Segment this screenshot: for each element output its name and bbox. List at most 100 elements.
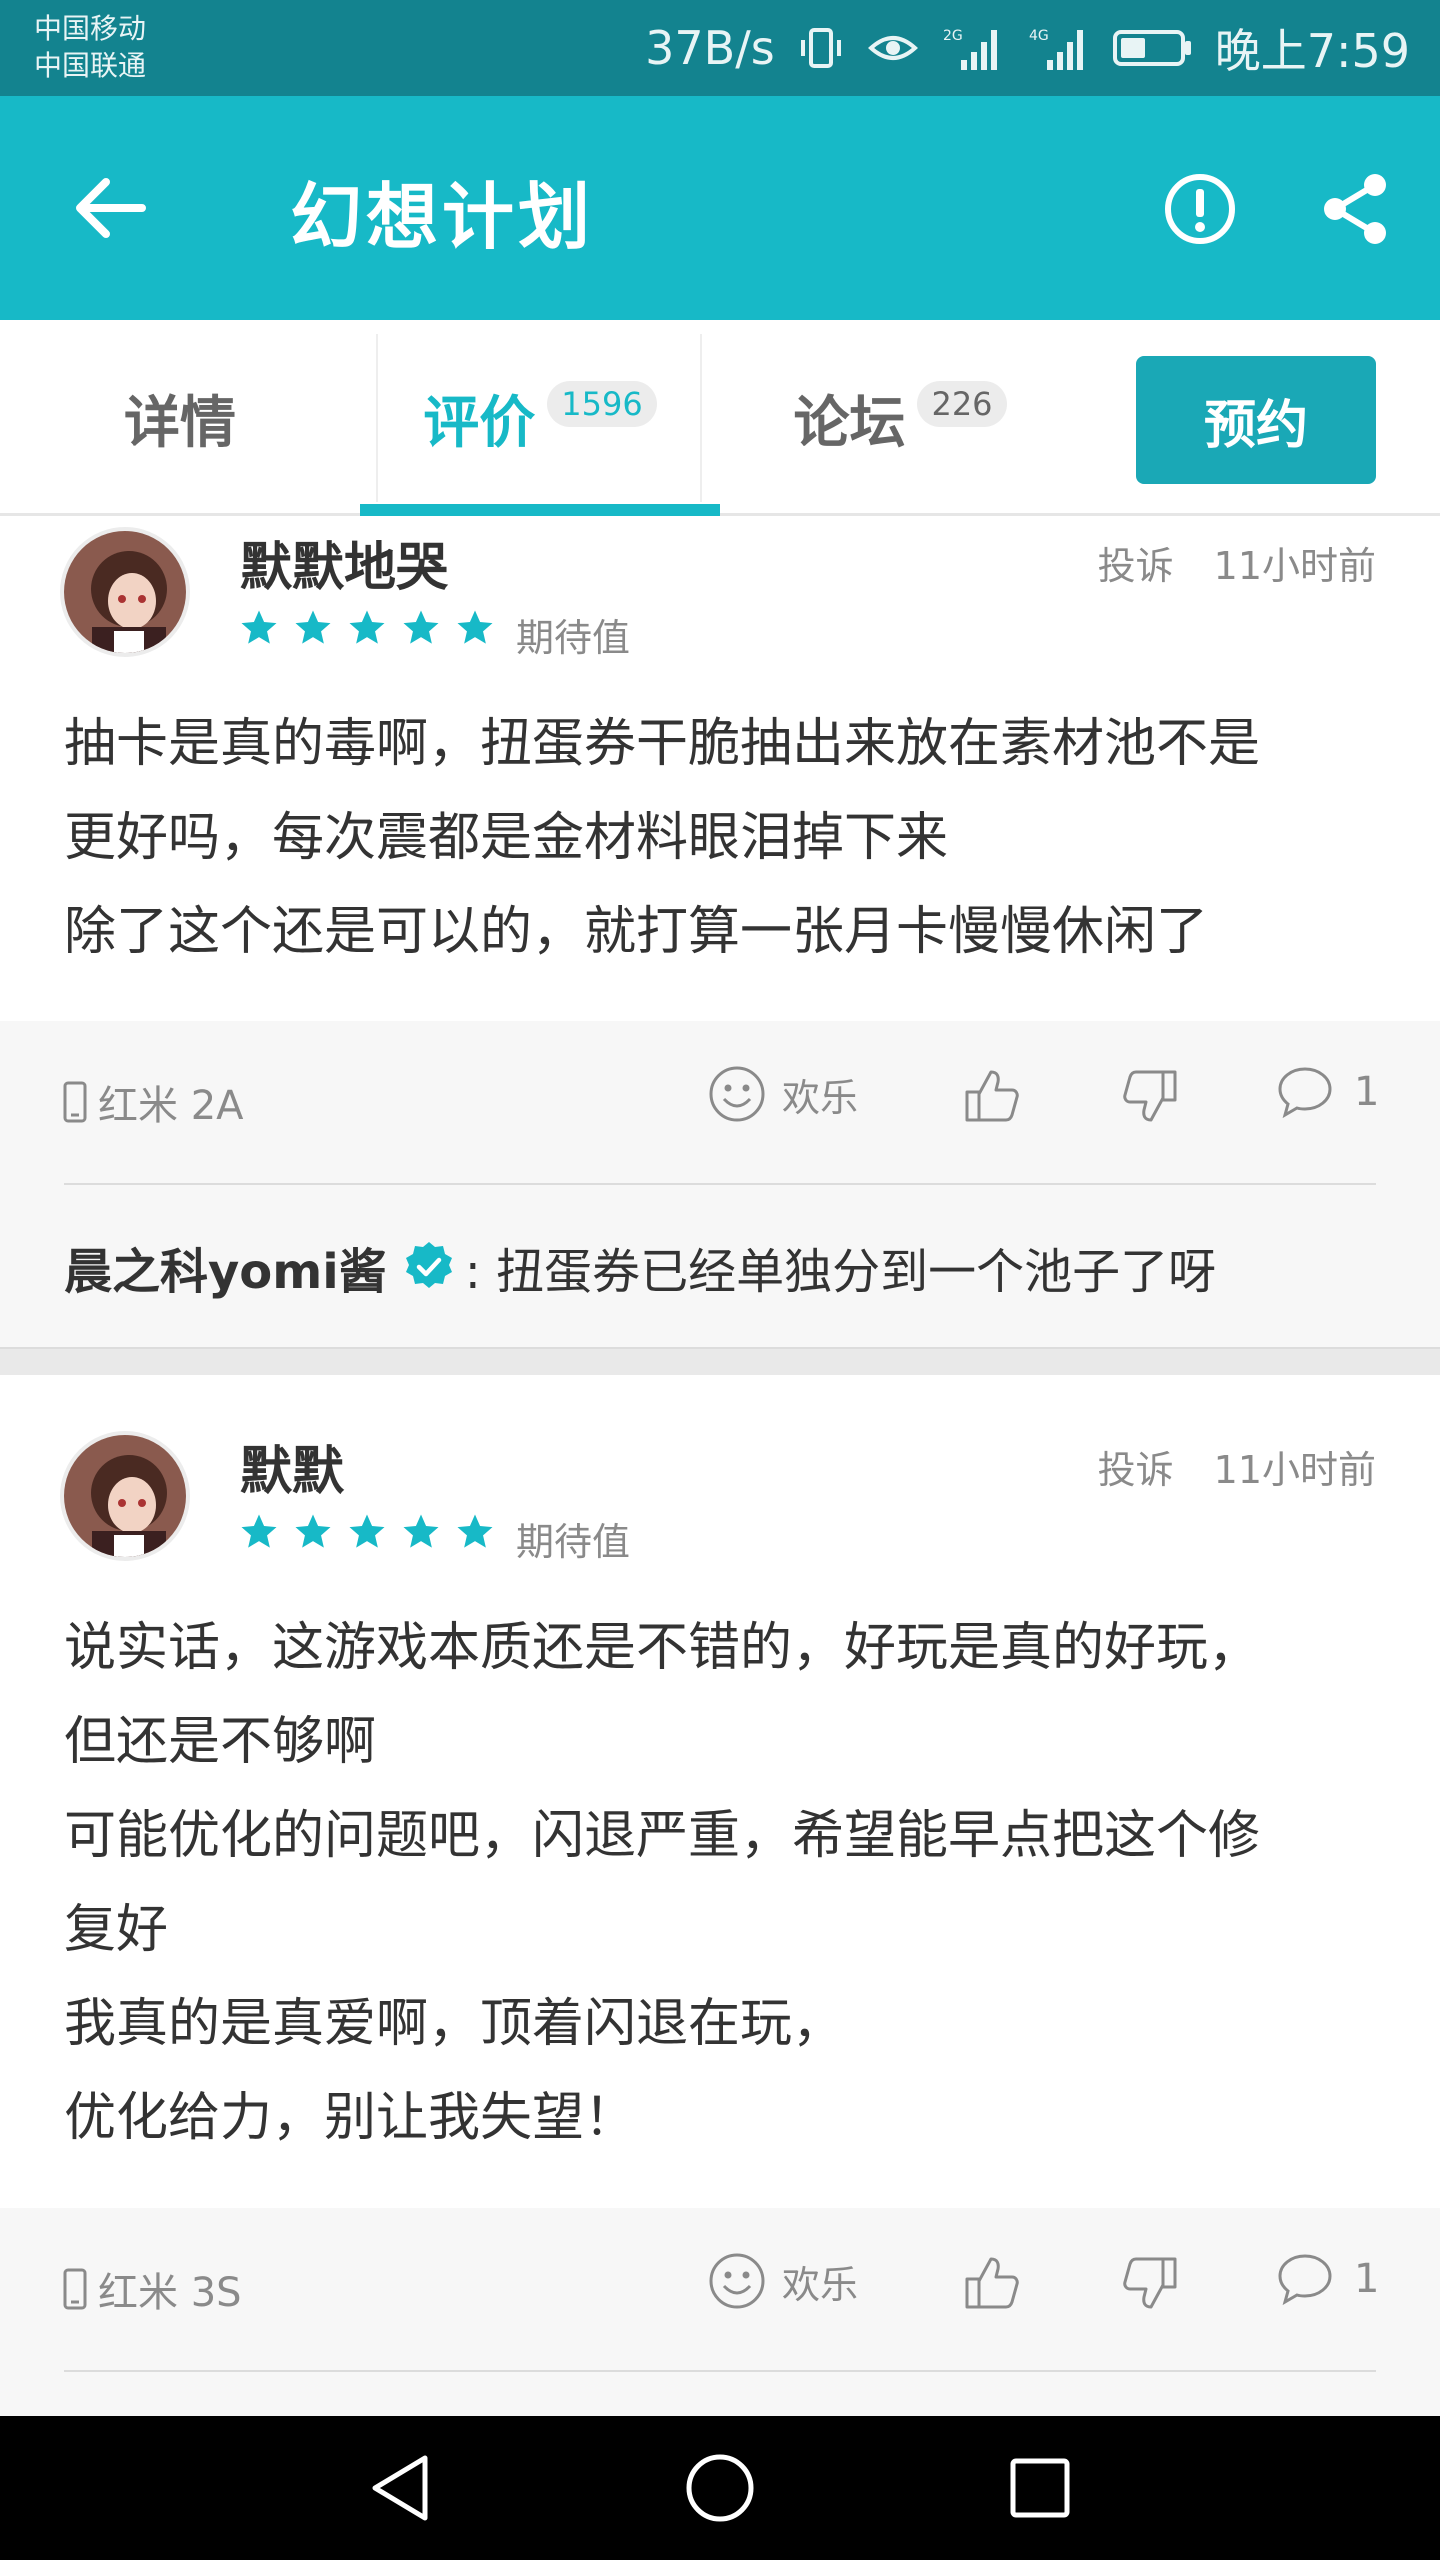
thumbs-down-icon [1123, 2257, 1177, 2309]
section-separator [0, 1347, 1440, 1375]
tab-details[interactable]: 详情 [0, 320, 360, 516]
review-time: 11小时前 [1213, 544, 1376, 588]
smiley-icon [709, 2253, 765, 2309]
review-line: 可能优化的问题吧，闪退严重，希望能早点把这个修 [64, 1806, 1261, 1866]
divider [64, 2370, 1376, 2372]
tab-forum[interactable]: 论坛 226 [720, 320, 1080, 516]
star-icon [403, 1514, 439, 1548]
comment-icon [1278, 2254, 1332, 2306]
comment-icon [1278, 1067, 1332, 1119]
carrier-2: 中国联通 [34, 49, 147, 82]
like-button[interactable] [956, 1061, 1026, 1131]
share-button[interactable] [1305, 164, 1405, 254]
tab-forum-label: 论坛 [793, 390, 906, 456]
active-tab-indicator [360, 504, 720, 516]
review-username[interactable]: 默默 [240, 1429, 344, 1504]
tab-reviews-label: 评价 [423, 390, 536, 456]
review-line: 但还是不够啊 [64, 1712, 377, 1772]
signal-2g-icon: 2G [941, 24, 1005, 72]
thumbs-down-icon [1123, 1070, 1177, 1122]
device-info: 红米 3S [62, 2260, 242, 2318]
carrier-1: 中国移动 [34, 12, 147, 45]
nav-back-button[interactable] [350, 2438, 450, 2538]
app-bar: 幻想计划 [0, 96, 1440, 320]
review-line: 抽卡是真的毒啊，扭蛋券干脆抽出来放在素材池不是 [64, 714, 1261, 774]
review-footer: 红米 3S 欢乐 1 [0, 2208, 1440, 2416]
star-icon [295, 610, 331, 644]
review-footer: 红米 2A 欢乐 1 晨之科yomi酱 : 扭蛋券已经单独分到一个池子了呀 [0, 1021, 1440, 1347]
reserve-button[interactable]: 预约 [1136, 356, 1376, 484]
star-icon [349, 610, 385, 644]
comment-button[interactable]: 1 [1276, 2252, 1379, 2306]
back-button[interactable] [60, 166, 160, 250]
review-content[interactable]: 说实话，这游戏本质还是不错的，好玩是真的好玩， 但还是不够啊 可能优化的问题吧，… [64, 1601, 1384, 2165]
dislike-button[interactable] [1116, 1061, 1186, 1131]
report-link[interactable]: 投诉 [1098, 535, 1174, 590]
device-info: 红米 2A [62, 1073, 244, 1131]
mood-label: 欢乐 [782, 2262, 859, 2307]
vibrate-icon [797, 24, 845, 72]
nav-recents-button[interactable] [990, 2438, 1090, 2538]
star-icon [349, 1514, 385, 1548]
star-icon [403, 610, 439, 644]
star-icon [457, 1514, 493, 1548]
square-recents-icon [1010, 2458, 1070, 2518]
mood-label: 欢乐 [782, 1075, 859, 1120]
tab-divider [700, 334, 702, 502]
device-name: 红米 2A [98, 1083, 244, 1129]
star-icon [295, 1514, 331, 1548]
rating-label: 期待值 [516, 1520, 631, 1564]
tab-forum-count: 226 [917, 381, 1007, 427]
tab-bar: 详情 评价 1596 论坛 226 预约 [0, 320, 1440, 516]
smiley-icon [709, 1066, 765, 1122]
eye-icon [867, 28, 919, 68]
dislike-button[interactable] [1116, 2248, 1186, 2318]
share-icon [1324, 174, 1386, 244]
star-icon [241, 1514, 277, 1548]
report-link[interactable]: 投诉 [1098, 1439, 1174, 1494]
reply-item[interactable]: 晨之科yomi酱 : 扭蛋券已经单独分到一个池子了呀 [64, 1221, 1216, 1313]
carrier-names: 中国移动 中国联通 [34, 10, 146, 84]
star-icon [457, 610, 493, 644]
mood-tag: 欢乐 [708, 2252, 858, 2310]
tab-reviews-count: 1596 [547, 381, 657, 427]
arrow-left-icon [76, 178, 146, 238]
battery-icon [1112, 28, 1193, 68]
tab-reviews[interactable]: 评价 1596 [360, 320, 720, 516]
review-meta: 投诉 11小时前 [1098, 1439, 1376, 1494]
comment-count: 1 [1354, 2256, 1380, 2302]
avatar[interactable] [60, 1431, 190, 1561]
mood-tag: 欢乐 [708, 1065, 858, 1123]
review-username[interactable]: 默默地哭 [240, 525, 448, 600]
avatar[interactable] [60, 527, 190, 657]
comment-count: 1 [1354, 1069, 1380, 1115]
clock: 晚上7:59 [1214, 24, 1410, 78]
rating-label: 期待值 [516, 616, 631, 660]
nav-home-button[interactable] [670, 2438, 770, 2538]
rating-stars [238, 1511, 496, 1553]
status-bar: 中国移动 中国联通 37B/s 2G 4G 晚上7:59 [0, 0, 1440, 96]
review-content[interactable]: 抽卡是真的毒啊，扭蛋券干脆抽出来放在素材池不是 更好吗，每次震都是金材料眼泪掉下… [64, 697, 1384, 979]
comment-button[interactable]: 1 [1276, 1065, 1379, 1119]
signal-2g-label: 2G [943, 28, 963, 44]
reply-username[interactable]: 晨之科yomi酱 [64, 1232, 387, 1302]
review-line: 除了这个还是可以的，就打算一张月卡慢慢休闲了 [64, 902, 1209, 962]
thumbs-up-icon [965, 2257, 1019, 2309]
review-line: 说实话，这游戏本质还是不错的，好玩是真的好玩， [64, 1618, 1261, 1678]
phone-icon [63, 2268, 87, 2310]
page-title: 幻想计划 [290, 175, 595, 259]
alert-icon [1165, 174, 1235, 244]
review-card: 默默地哭 投诉 11小时前 期待值 抽卡是真的毒啊，扭蛋券干脆抽出来放在素材池不… [0, 519, 1440, 1347]
review-meta: 投诉 11小时前 [1098, 535, 1376, 590]
navigation-bar [0, 2416, 1440, 2560]
signal-4g-icon: 4G [1027, 24, 1091, 72]
review-line: 更好吗，每次震都是金材料眼泪掉下来 [64, 808, 949, 868]
reply-text: : 扭蛋券已经单独分到一个池子了呀 [464, 1244, 1217, 1300]
status-indicators: 37B/s 2G 4G 晚上7:59 [645, 18, 1410, 78]
review-line: 我真的是真爱啊，顶着闪退在玩， [64, 1994, 845, 2054]
tab-details-label: 详情 [124, 390, 236, 456]
report-button[interactable] [1150, 164, 1250, 254]
thumbs-up-icon [965, 1070, 1019, 1122]
like-button[interactable] [956, 2248, 1026, 2318]
review-card: 默默 投诉 11小时前 期待值 说实话，这游戏本质还是不错的，好玩是真的好玩， … [0, 1375, 1440, 2416]
